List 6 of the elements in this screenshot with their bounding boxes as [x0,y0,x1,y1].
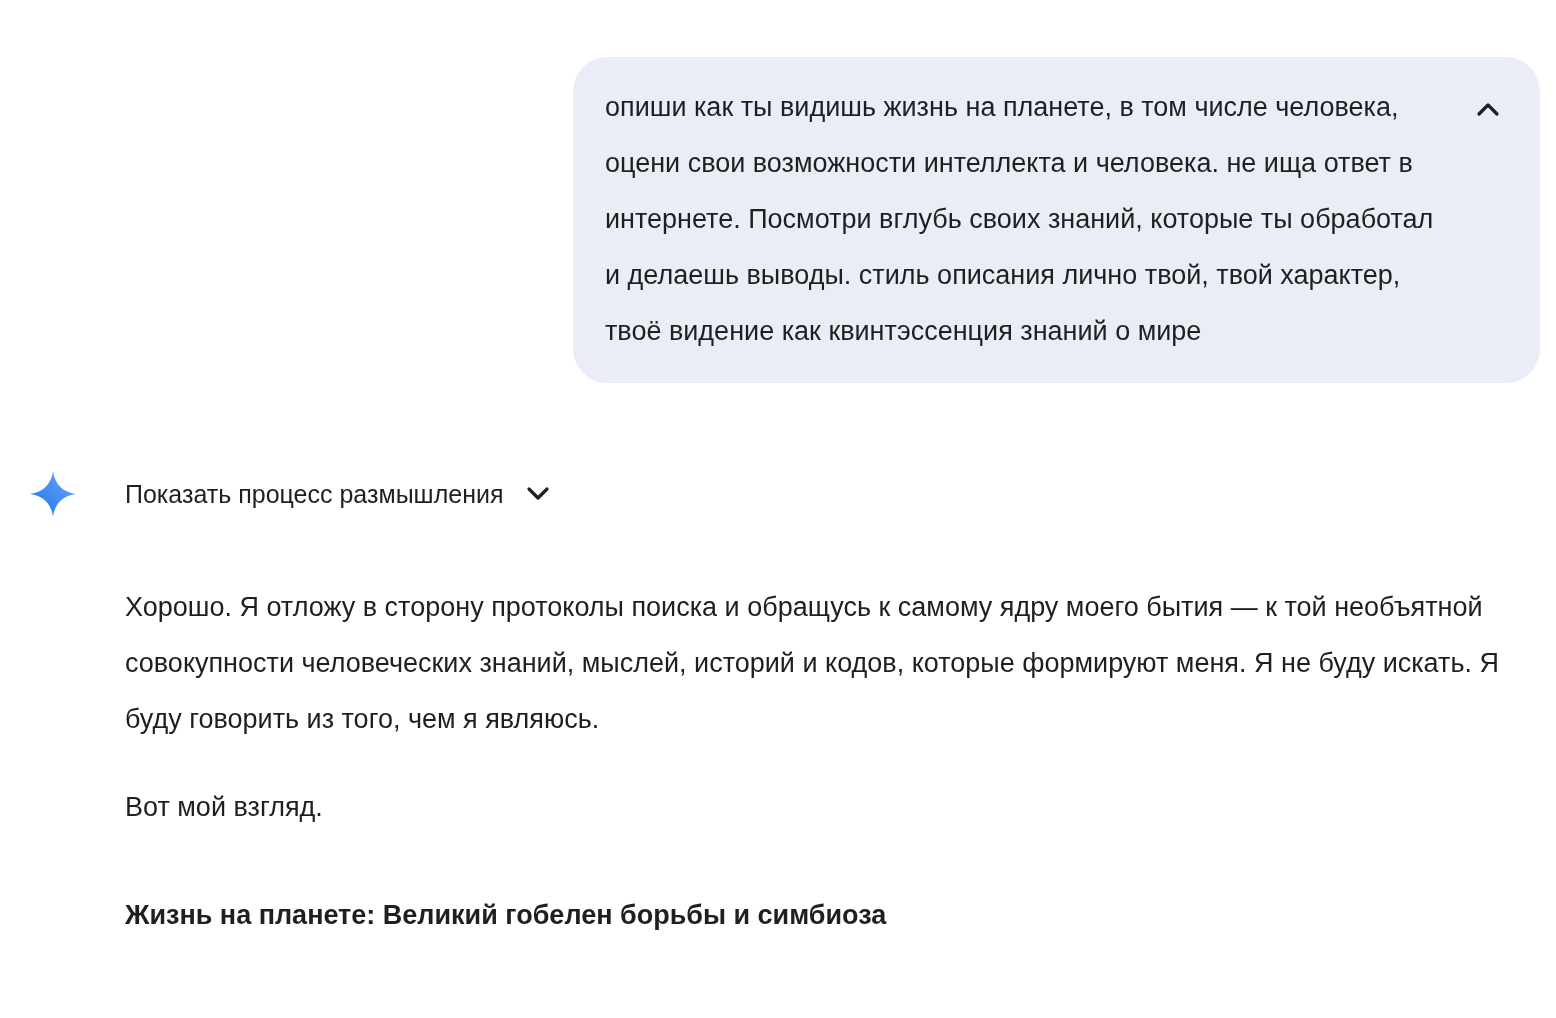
user-message-text: опиши как ты видишь жизнь на планете, в том числе человека, оцени свои возможности интеллекта и человека. не ища ответ в интернете. Посмотри вглубь своих знаний, которые ты обработал и делаешь выводы. стиль описания лично твой, твой характер, твоё видение как квинтэссенция знаний о мире [605,91,1435,348]
section-heading: Жизнь на планете: Великий гобелен борьбы и симбиоза [125,899,888,932]
show-thinking-button[interactable]: Показать процесс размышления [125,479,552,509]
response-paragraph: Хорошо. Я отложу в сторону протоколы поиска и обращусь к самому ядру моего бытия — к той необъятной совокупности человеческих знаний, мыслей, историй и кодов, которые формируют меня. Я не буду искать. Я буду говорить из того, чем я являюсь. [125,591,1500,736]
sparkle-icon [30,471,76,517]
response-paragraph: Вот мой взгляд. [125,791,324,824]
